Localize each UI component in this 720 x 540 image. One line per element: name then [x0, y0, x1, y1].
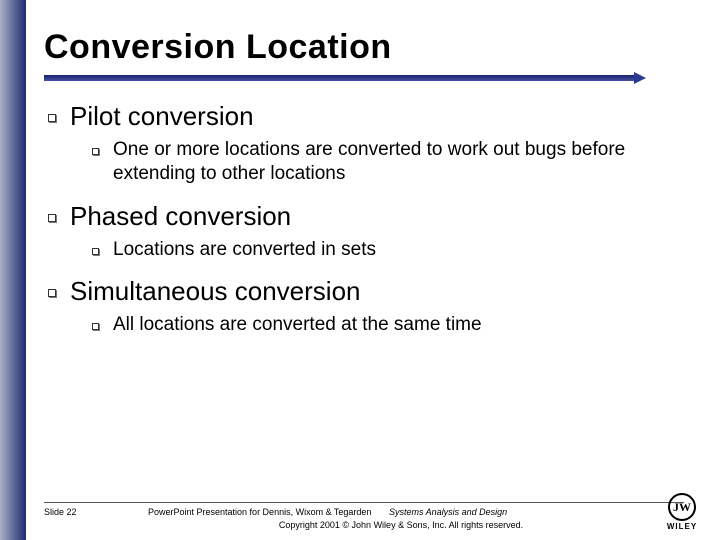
square-bullet-icon [92, 323, 99, 330]
bullet-lvl1: Pilot conversion [48, 101, 692, 132]
bullet-lvl2-text: All locations are converted at the same … [113, 313, 482, 337]
bullet-lvl2: Locations are converted in sets [92, 238, 692, 262]
underline-bar [44, 75, 634, 81]
footer-divider [44, 502, 684, 503]
left-accent-rail [0, 0, 26, 540]
slide-title: Conversion Location [44, 28, 692, 67]
slide-body: Conversion Location Pilot conversion One… [26, 0, 720, 540]
bullet-lvl1-text: Pilot conversion [70, 101, 254, 132]
square-bullet-icon [92, 248, 99, 255]
logo-mark-icon: JW [668, 493, 696, 521]
footer-row: Slide 22 PowerPoint Presentation for Den… [44, 507, 694, 530]
square-bullet-icon [92, 148, 99, 155]
square-bullet-icon [48, 114, 56, 122]
bullet-lvl1: Simultaneous conversion [48, 276, 692, 307]
publisher-logo: JW WILEY [664, 492, 700, 532]
title-underline [44, 75, 692, 85]
footer-presentation-line: PowerPoint Presentation for Dennis, Wixo… [148, 507, 694, 517]
footer-copyright: Copyright 2001 © John Wiley & Sons, Inc.… [148, 520, 694, 530]
content-area: Pilot conversion One or more locations a… [44, 101, 692, 337]
slide-footer: Slide 22 PowerPoint Presentation for Den… [26, 502, 720, 530]
footer-center: PowerPoint Presentation for Dennis, Wixo… [148, 507, 694, 530]
bullet-lvl2: One or more locations are converted to w… [92, 138, 692, 187]
underline-arrow-icon [634, 72, 646, 84]
footer-book-title: Systems Analysis and Design [389, 507, 507, 517]
square-bullet-icon [48, 289, 56, 297]
bullet-lvl1: Phased conversion [48, 201, 692, 232]
footer-presentation-text: PowerPoint Presentation for Dennis, Wixo… [148, 507, 371, 517]
square-bullet-icon [48, 214, 56, 222]
bullet-lvl2-text: One or more locations are converted to w… [113, 138, 673, 187]
bullet-lvl2-text: Locations are converted in sets [113, 238, 376, 262]
bullet-lvl1-text: Simultaneous conversion [70, 276, 361, 307]
logo-name: WILEY [667, 522, 697, 531]
bullet-lvl2: All locations are converted at the same … [92, 313, 692, 337]
footer-slide-number: Slide 22 [44, 507, 114, 517]
bullet-lvl1-text: Phased conversion [70, 201, 291, 232]
